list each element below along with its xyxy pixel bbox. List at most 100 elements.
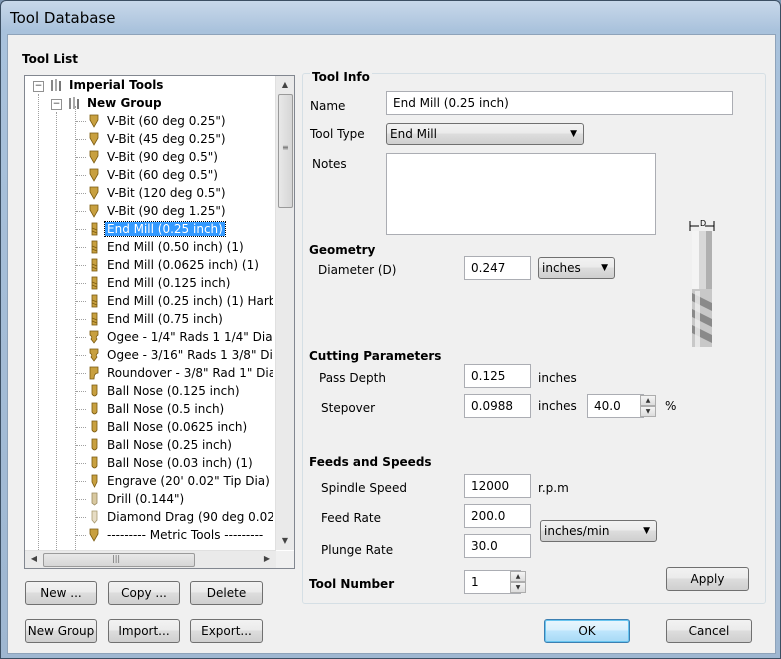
tree-item[interactable]: V-Bit (60 deg 0.25"): [87, 112, 228, 130]
tree-item-label: Roundover - 3/8" Rad 1" Dia: [107, 366, 273, 380]
tree-item[interactable]: Ogee - 3/16" Rads 1 3/8" Dia: [87, 346, 273, 364]
scroll-right-icon[interactable]: ▶: [259, 551, 275, 567]
ball-nose-icon: [87, 384, 101, 398]
geometry-units-select[interactable]: inches ▼: [538, 257, 615, 279]
title-bar[interactable]: Tool Database: [1, 1, 780, 35]
tree-item[interactable]: V-Bit (90 deg 0.5"): [87, 148, 220, 166]
tree-item[interactable]: Ball Nose (0.0625 inch): [87, 418, 249, 436]
pass-depth-input[interactable]: 0.125: [464, 364, 531, 388]
tree-item[interactable]: Ball Nose (0.125 inch): [87, 382, 242, 400]
tree-line: [76, 463, 86, 464]
v-bit-icon: [87, 150, 101, 164]
tree-item-label: Ball Nose (0.25 inch): [107, 438, 232, 452]
tool-folder-icon: [49, 78, 63, 92]
tree-line: [76, 319, 86, 320]
spin-down-icon[interactable]: ▼: [640, 406, 656, 417]
tree-item[interactable]: Ogee - 1/4" Rads 1 1/4" Dia: [87, 328, 273, 346]
tree-item[interactable]: --------- Metric Tools ---------: [87, 526, 265, 544]
tree-item[interactable]: End Mill (0.25 inch) (1) Harbor: [87, 292, 273, 310]
tree-item[interactable]: Drill (0.144"): [87, 490, 186, 508]
cancel-button[interactable]: Cancel: [666, 619, 752, 643]
end-mill-icon: [87, 222, 101, 236]
ok-button[interactable]: OK: [544, 619, 630, 643]
stepover-input[interactable]: 0.0988: [464, 394, 531, 418]
dialog-client-area: Tool List − Imperial Tools − New Group V…: [7, 34, 776, 654]
tree-vertical-scrollbar[interactable]: ▲ ≡ ▼: [275, 76, 294, 550]
tree-item[interactable]: End Mill (0.25 inch): [87, 220, 226, 238]
tree-item-label: Ball Nose (0.125 inch): [107, 384, 240, 398]
tool-type-select[interactable]: End Mill ▼: [386, 123, 584, 145]
tree-group-new-group[interactable]: New Group: [67, 94, 164, 112]
tree-item[interactable]: Roundover - 3/8" Rad 1" Dia: [87, 364, 273, 382]
tree-item[interactable]: End Mill (0.75 inch): [87, 310, 225, 328]
plunge-rate-label: Plunge Rate: [321, 543, 394, 557]
end-mill-icon: [87, 240, 101, 254]
feeds-speeds-title: Feeds and Speeds: [309, 455, 432, 469]
notes-label: Notes: [312, 157, 347, 171]
collapse-group-icon[interactable]: −: [51, 99, 62, 110]
collapse-root-icon[interactable]: −: [33, 81, 44, 92]
vertical-scroll-thumb[interactable]: ≡: [278, 94, 293, 208]
tree-horizontal-scrollbar[interactable]: ◀ ||| ▶: [25, 550, 276, 568]
tree-item-label: End Mill (0.25 inch): [104, 221, 226, 237]
tree-line: [76, 175, 86, 176]
export-button[interactable]: Export...: [190, 619, 263, 643]
feed-rate-input[interactable]: 200.0: [464, 504, 531, 528]
rate-units-select[interactable]: inches/min ▼: [540, 520, 657, 542]
tree-line: [76, 283, 86, 284]
apply-button[interactable]: Apply: [666, 567, 749, 591]
scroll-left-icon[interactable]: ◀: [26, 551, 42, 567]
diameter-marker-label: D: [700, 219, 707, 228]
v-bit-icon: [87, 132, 101, 146]
tool-number-spinner[interactable]: ▲ ▼: [510, 571, 526, 593]
tree-item-label: End Mill (0.0625 inch) (1): [107, 258, 259, 272]
spindle-speed-label: Spindle Speed: [321, 481, 407, 495]
tree-item[interactable]: Engrave (20' 0.02" Tip Dia): [87, 472, 272, 490]
new-group-button[interactable]: New Group: [25, 619, 97, 643]
tree-item[interactable]: End Mill (0.50 inch) (1): [87, 238, 246, 256]
stepover-percent-input[interactable]: 40.0: [587, 394, 644, 418]
plunge-rate-input[interactable]: 30.0: [464, 534, 531, 558]
scroll-down-icon[interactable]: ▼: [277, 533, 293, 549]
spindle-speed-input[interactable]: 12000: [464, 474, 531, 498]
tree-item[interactable]: End Mill (0.125 inch): [87, 274, 232, 292]
tree-item-label: V-Bit (90 deg 0.5"): [107, 150, 218, 164]
tree-item[interactable]: End Mill (0.0625 inch) (1): [87, 256, 261, 274]
tool-tree[interactable]: − Imperial Tools − New Group V-Bit (60 d…: [24, 75, 295, 569]
tree-item[interactable]: Ball Nose (0.5 inch): [87, 400, 226, 418]
ball-nose-icon: [87, 456, 101, 470]
tree-item[interactable]: V-Bit (90 deg 1.25"): [87, 202, 228, 220]
notes-textarea[interactable]: [386, 153, 656, 235]
tree-item-label: Ogee - 1/4" Rads 1 1/4" Dia: [107, 330, 273, 344]
import-button[interactable]: Import...: [108, 619, 180, 643]
tree-root-imperial-tools[interactable]: Imperial Tools: [49, 76, 165, 94]
scroll-up-icon[interactable]: ▲: [277, 77, 293, 93]
name-label: Name: [310, 99, 346, 113]
tool-name-input[interactable]: End Mill (0.25 inch): [386, 91, 733, 115]
new-tool-button[interactable]: New ...: [25, 581, 97, 605]
roundover-icon: [87, 366, 101, 380]
tree-line: [75, 106, 76, 550]
delete-tool-button[interactable]: Delete: [190, 581, 263, 605]
tree-item[interactable]: Ball Nose (0.03 inch) (1): [87, 454, 255, 472]
tree-item-label: V-Bit (120 deg 0.5"): [107, 186, 226, 200]
tree-item[interactable]: V-Bit (45 deg 0.25"): [87, 130, 228, 148]
spin-up-icon[interactable]: ▲: [640, 395, 656, 406]
spin-up-icon[interactable]: ▲: [510, 571, 526, 582]
tree-item[interactable]: V-Bit (120 deg 0.5"): [87, 184, 228, 202]
copy-tool-button[interactable]: Copy ...: [108, 581, 180, 605]
horizontal-scroll-thumb[interactable]: |||: [43, 553, 195, 567]
v-bit-icon: [87, 186, 101, 200]
tool-folder-icon: [67, 96, 81, 110]
v-bit-icon: [87, 528, 101, 542]
stepover-spinner[interactable]: ▲ ▼: [640, 395, 656, 417]
spin-down-icon[interactable]: ▼: [510, 582, 526, 593]
tree-item-label: Ball Nose (0.5 inch): [107, 402, 225, 416]
ball-nose-icon: [87, 420, 101, 434]
tree-item[interactable]: V-Bit (60 deg 0.5"): [87, 166, 220, 184]
tree-item[interactable]: Ball Nose (0.25 inch): [87, 436, 234, 454]
tree-item[interactable]: Diamond Drag (90 deg 0.020"): [87, 508, 273, 526]
chevron-down-icon: ▼: [570, 129, 577, 139]
diameter-input[interactable]: 0.247: [464, 256, 531, 280]
drill-icon: [87, 492, 101, 506]
